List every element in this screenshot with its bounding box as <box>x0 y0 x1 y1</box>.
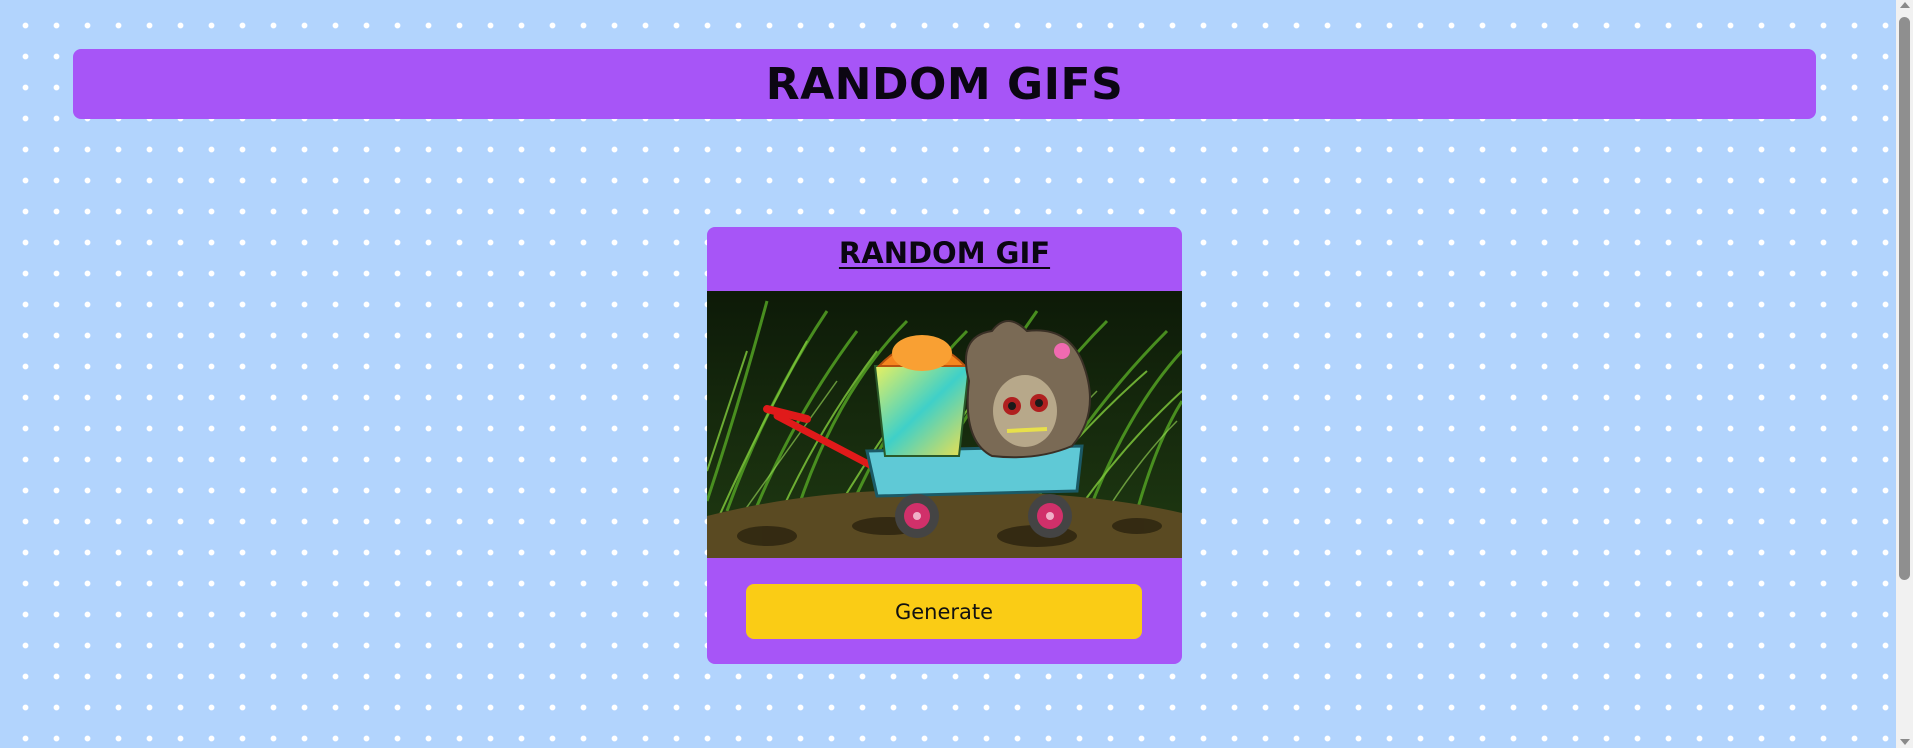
random-gif-card: RANDOM GIF Generate <box>707 227 1182 664</box>
card-title: RANDOM GIF <box>838 236 1051 270</box>
vertical-scrollbar[interactable] <box>1896 0 1913 748</box>
scroll-down-arrow-icon[interactable] <box>1900 739 1910 745</box>
scroll-up-arrow-icon[interactable] <box>1900 2 1910 8</box>
scrollbar-thumb[interactable] <box>1899 17 1910 580</box>
generate-button[interactable]: Generate <box>746 584 1142 639</box>
page-header: RANDOM GIFS <box>73 49 1816 119</box>
page-title: RANDOM GIFS <box>765 58 1124 110</box>
gif-image <box>707 291 1182 558</box>
